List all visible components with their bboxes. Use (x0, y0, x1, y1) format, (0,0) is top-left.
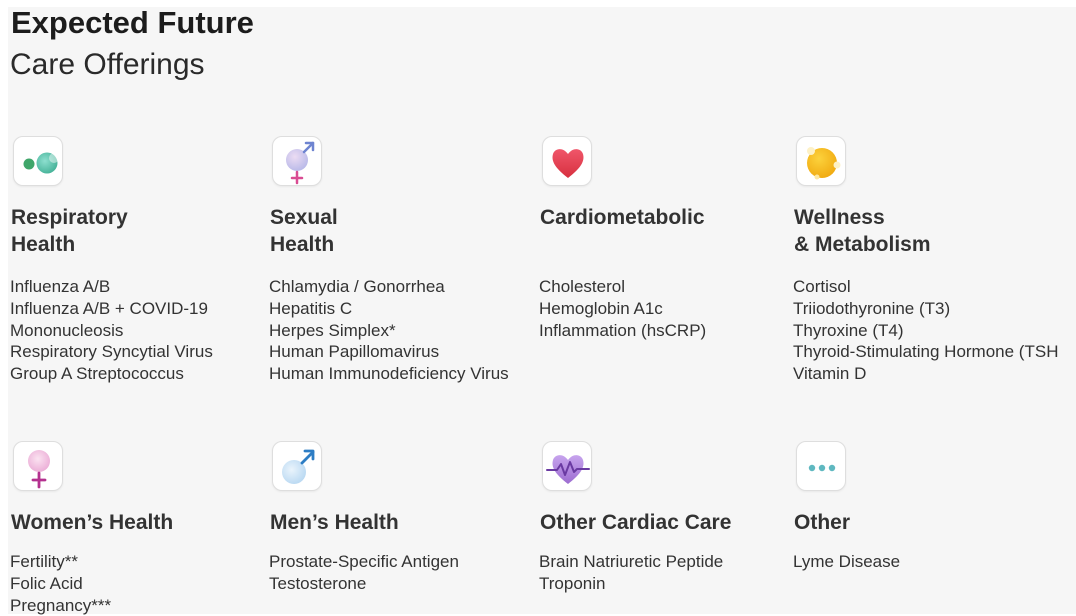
list-item: Fertility** (10, 552, 79, 571)
list-item: Thyroid-Stimulating Hormone (TSH (793, 342, 1059, 362)
list-item: Human Immunodeficiency Virus (269, 364, 509, 384)
list-item: Brain Natriuretic Peptide (539, 552, 724, 571)
list-item: Inflammation (hsCRP) (539, 320, 707, 340)
test-list: Influenza A/B Influenza A/B + COVID-19 M… (10, 276, 213, 385)
list-item: Prostate-Specific Antigen (269, 552, 459, 571)
test-list: Brain Natriuretic Peptide Troponin (539, 551, 723, 595)
test-list: Chlamydia / Gonorrhea Hepatitis C Herpes… (269, 276, 509, 385)
list-item: Cholesterol (539, 277, 625, 296)
list-item: Chlamydia / Gonorrhea (269, 277, 445, 296)
category-title: Other (794, 511, 851, 534)
list-item: Influenza A/B + COVID-19 (10, 298, 208, 318)
test-list: Prostate-Specific Antigen Testosterone (269, 551, 459, 595)
list-item: Thyroxine (T4) (793, 320, 904, 340)
list-item: Hemoglobin A1c (539, 298, 663, 318)
list-item: Vitamin D (793, 364, 867, 384)
list-item: Influenza A/B (10, 277, 111, 296)
category-title: Women’s Health (11, 511, 174, 534)
list-item: Hepatitis C (269, 298, 353, 318)
category-title: Respiratory Health (11, 206, 128, 256)
category-title: Wellness & Metabolism (794, 206, 931, 256)
category-title: Sexual Health (270, 206, 338, 256)
test-list: Fertility** Folic Acid Pregnancy*** (10, 551, 111, 616)
category-title: Cardiometabolic (540, 206, 705, 229)
male-symbol-icon (272, 441, 322, 491)
list-item: Troponin (539, 573, 606, 593)
heart-pulse-icon (542, 441, 592, 491)
list-item: Herpes Simplex* (269, 320, 396, 340)
ellipsis-icon (796, 441, 846, 491)
page-subtitle: Care Offerings (10, 48, 205, 81)
list-item: Triiodothyronine (T3) (793, 298, 951, 318)
test-list: Cortisol Triiodothyronine (T3) Thyroxine… (793, 276, 1058, 385)
list-item: Pregnancy*** (10, 595, 112, 615)
sexual-health-icon (272, 136, 322, 186)
category-title: Other Cardiac Care (540, 511, 732, 534)
list-item: Human Papillomavirus (269, 342, 440, 362)
page-title: Expected Future (11, 5, 254, 40)
list-item: Lyme Disease (793, 552, 901, 571)
list-item: Respiratory Syncytial Virus (10, 342, 213, 362)
respiratory-icon (13, 136, 63, 186)
list-item: Testosterone (269, 573, 367, 593)
list-item: Cortisol (793, 277, 851, 296)
heart-icon (542, 136, 592, 186)
category-title: Men’s Health (270, 511, 399, 534)
test-list: Lyme Disease (793, 551, 900, 573)
list-item: Folic Acid (10, 573, 83, 593)
female-symbol-icon (13, 441, 63, 491)
test-list: Cholesterol Hemoglobin A1c Inflammation … (539, 276, 706, 341)
wellness-icon (796, 136, 846, 186)
list-item: Group A Streptococcus (10, 364, 184, 384)
list-item: Mononucleosis (10, 320, 124, 340)
